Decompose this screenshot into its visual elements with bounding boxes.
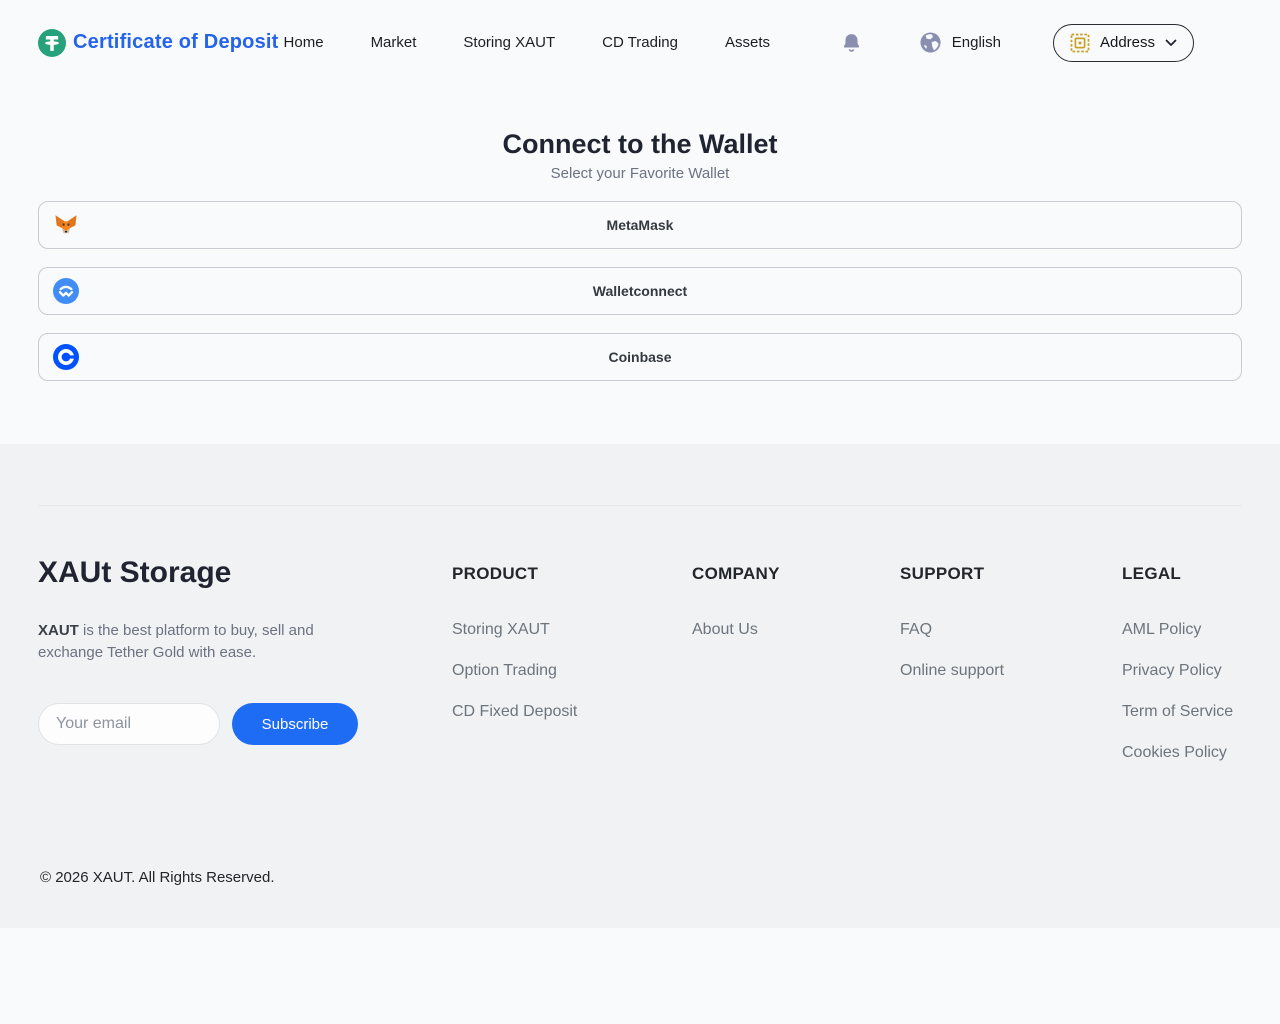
footer-link-aml-policy[interactable]: AML Policy bbox=[1122, 621, 1242, 639]
copyright-text: © 2026 XAUT. All Rights Reserved. bbox=[40, 869, 275, 886]
footer-link-cd-fixed-deposit[interactable]: CD Fixed Deposit bbox=[452, 703, 692, 721]
footer-column-title: SUPPORT bbox=[900, 564, 1122, 584]
notifications-button[interactable] bbox=[840, 31, 863, 54]
footer-link-faq[interactable]: FAQ bbox=[900, 621, 1122, 639]
address-label: Address bbox=[1100, 34, 1155, 51]
main-nav: Home Market Storing XAUT CD Trading Asse… bbox=[284, 34, 770, 51]
footer-column-legal: LEGAL AML Policy Privacy Policy Term of … bbox=[1122, 556, 1242, 785]
footer-brand-title: XAUt Storage bbox=[38, 556, 452, 590]
email-input[interactable] bbox=[38, 703, 220, 745]
footer-link-about-us[interactable]: About Us bbox=[692, 621, 900, 639]
bell-icon bbox=[840, 31, 863, 54]
header-right: English Address bbox=[840, 24, 1242, 62]
footer-description: XAUT is the best platform to buy, sell a… bbox=[38, 620, 334, 664]
wallet-button-metamask[interactable]: MetaMask bbox=[38, 201, 1242, 249]
footer-link-storing-xaut[interactable]: Storing XAUT bbox=[452, 621, 692, 639]
footer-column-title: COMPANY bbox=[692, 564, 900, 584]
page-subtitle: Select your Favorite Wallet bbox=[0, 165, 1280, 183]
footer-link-privacy-policy[interactable]: Privacy Policy bbox=[1122, 662, 1242, 680]
header: Certificate of Deposit Home Market Stori… bbox=[0, 0, 1280, 85]
subscribe-button[interactable]: Subscribe bbox=[232, 703, 358, 745]
footer-column-support: SUPPORT FAQ Online support bbox=[900, 556, 1122, 703]
chevron-down-icon bbox=[1165, 39, 1177, 47]
footer-description-rest: is the best platform to buy, sell and ex… bbox=[38, 622, 314, 661]
wallet-button-coinbase[interactable]: Coinbase bbox=[38, 333, 1242, 381]
gold-chip-icon bbox=[1070, 33, 1090, 53]
nav-item-storing-xaut[interactable]: Storing XAUT bbox=[463, 34, 555, 51]
footer-column-product: PRODUCT Storing XAUT Option Trading CD F… bbox=[452, 556, 692, 744]
footer: XAUt Storage XAUT is the best platform t… bbox=[0, 444, 1280, 928]
footer-link-term-of-service[interactable]: Term of Service bbox=[1122, 703, 1242, 721]
brand-title: Certificate of Deposit bbox=[73, 31, 279, 54]
footer-description-lead: XAUT bbox=[38, 622, 79, 639]
address-button[interactable]: Address bbox=[1053, 24, 1194, 62]
language-selector[interactable]: English bbox=[919, 31, 1001, 54]
footer-link-cookies-policy[interactable]: Cookies Policy bbox=[1122, 744, 1242, 762]
connect-wallet-section: Connect to the Wallet Select your Favori… bbox=[0, 128, 1280, 444]
footer-column-title: PRODUCT bbox=[452, 564, 692, 584]
nav-item-assets[interactable]: Assets bbox=[725, 34, 770, 51]
wallet-list: MetaMask Walletconnect Coinbase bbox=[38, 201, 1242, 381]
walletconnect-icon bbox=[53, 278, 79, 304]
language-label: English bbox=[952, 34, 1001, 51]
tether-icon bbox=[38, 29, 66, 57]
nav-item-cd-trading[interactable]: CD Trading bbox=[602, 34, 678, 51]
brand-logo[interactable]: Certificate of Deposit bbox=[38, 29, 279, 57]
wallet-label-coinbase: Coinbase bbox=[608, 349, 671, 365]
footer-column-company: COMPANY About Us bbox=[692, 556, 900, 662]
coinbase-icon bbox=[53, 344, 79, 370]
nav-item-market[interactable]: Market bbox=[371, 34, 417, 51]
nav-item-home[interactable]: Home bbox=[284, 34, 324, 51]
globe-icon bbox=[919, 31, 942, 54]
footer-link-online-support[interactable]: Online support bbox=[900, 662, 1122, 680]
footer-content: XAUt Storage XAUT is the best platform t… bbox=[38, 556, 1242, 785]
wallet-button-walletconnect[interactable]: Walletconnect bbox=[38, 267, 1242, 315]
footer-column-title: LEGAL bbox=[1122, 564, 1242, 584]
metamask-fox-icon bbox=[53, 212, 79, 238]
footer-brand-block: XAUt Storage XAUT is the best platform t… bbox=[38, 556, 452, 745]
footer-link-option-trading[interactable]: Option Trading bbox=[452, 662, 692, 680]
footer-divider bbox=[38, 505, 1242, 506]
wallet-label-metamask: MetaMask bbox=[607, 217, 674, 233]
page-title: Connect to the Wallet bbox=[0, 128, 1280, 160]
newsletter-form: Subscribe bbox=[38, 703, 452, 745]
wallet-label-walletconnect: Walletconnect bbox=[593, 283, 687, 299]
